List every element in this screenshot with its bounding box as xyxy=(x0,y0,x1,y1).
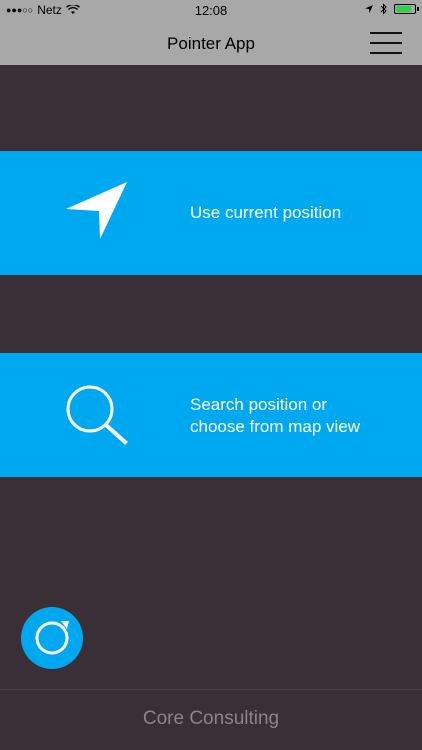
search-position-button[interactable]: Search position or choose from map view xyxy=(0,353,422,477)
use-current-position-button[interactable]: Use current position xyxy=(0,151,422,275)
menu-line xyxy=(370,42,402,44)
status-time: 12:08 xyxy=(194,3,228,18)
footer-brand: Core Consulting xyxy=(142,708,280,729)
compass-button[interactable] xyxy=(21,607,83,669)
battery-icon xyxy=(394,4,419,14)
battery-level xyxy=(396,6,411,12)
option-label: Search position or choose from map view xyxy=(190,395,361,436)
page-title: Pointer App xyxy=(167,34,255,53)
battery-cap xyxy=(417,7,419,11)
compass-icon xyxy=(35,621,69,655)
bluetooth-icon xyxy=(380,3,387,15)
magnifier-icon xyxy=(66,385,128,445)
menu-line xyxy=(370,32,402,34)
navigation-bar: Pointer App xyxy=(0,22,422,65)
menu-line xyxy=(370,52,402,54)
status-bar: ●●●○○ Netz 12:08 xyxy=(0,0,422,22)
option-label: Use current position xyxy=(190,203,342,222)
navigation-arrow-icon xyxy=(66,182,127,239)
location-arrow-icon xyxy=(365,5,373,13)
hamburger-menu-icon[interactable] xyxy=(370,30,402,56)
status-right xyxy=(364,3,419,15)
footer-divider xyxy=(0,689,422,690)
